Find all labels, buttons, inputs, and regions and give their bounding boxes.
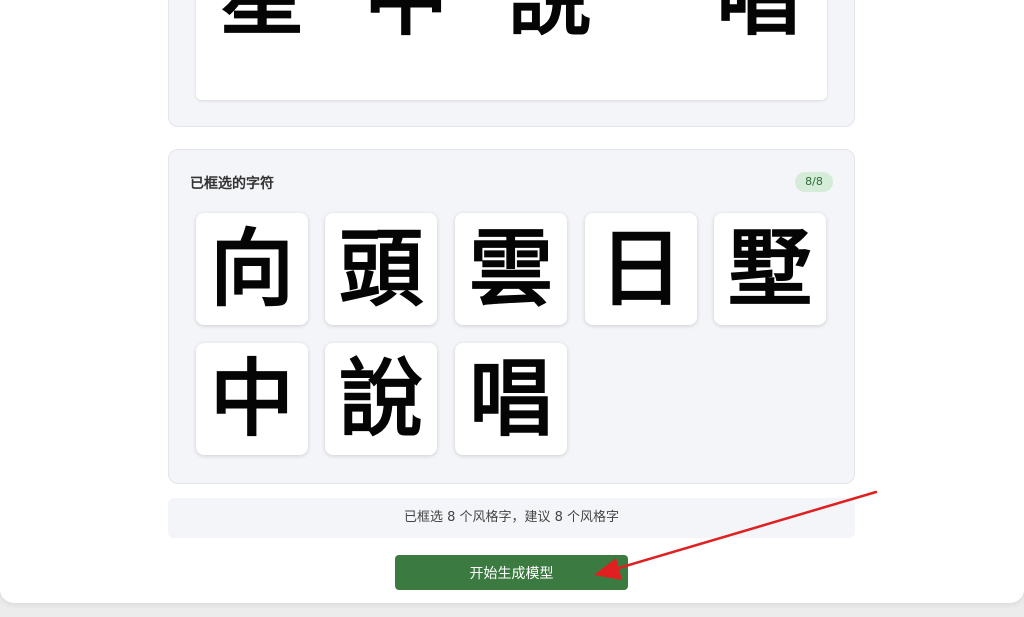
character-glyph: 雲 [468,219,553,318]
character-tile[interactable]: 向 [196,213,308,325]
character-tile[interactable]: 日 [585,213,697,325]
character-glyph: 日 [598,219,683,318]
character-tile[interactable]: 墅 [714,213,826,325]
character-glyph: 說 [338,349,423,448]
character-glyph: 墅 [727,219,812,318]
character-glyph: 向 [209,219,294,318]
character-tile[interactable]: 中 [196,343,308,455]
character-glyph: 頭 [338,219,423,318]
character-tile[interactable]: 雲 [455,213,567,325]
character-tile[interactable]: 頭 [325,213,437,325]
selection-summary: 已框选 8 个风格字，建议 8 个风格字 [168,498,855,538]
preview-glyph: 唱 [716,0,800,40]
character-tile[interactable]: 說 [325,343,437,455]
selected-characters-title: 已框选的字符 [190,176,274,192]
preview-canvas: 星 中 說 唱 [196,0,827,100]
character-tile[interactable]: 唱 [455,343,567,455]
preview-glyph: 說 [508,0,592,40]
selected-count-badge: 8/8 [795,172,833,192]
character-glyph: 中 [209,349,294,448]
preview-glyph: 星 [220,0,304,40]
character-glyph: 唱 [468,349,553,448]
preview-glyph: 中 [364,0,448,40]
start-generate-model-button[interactable]: 开始生成模型 [395,555,628,590]
